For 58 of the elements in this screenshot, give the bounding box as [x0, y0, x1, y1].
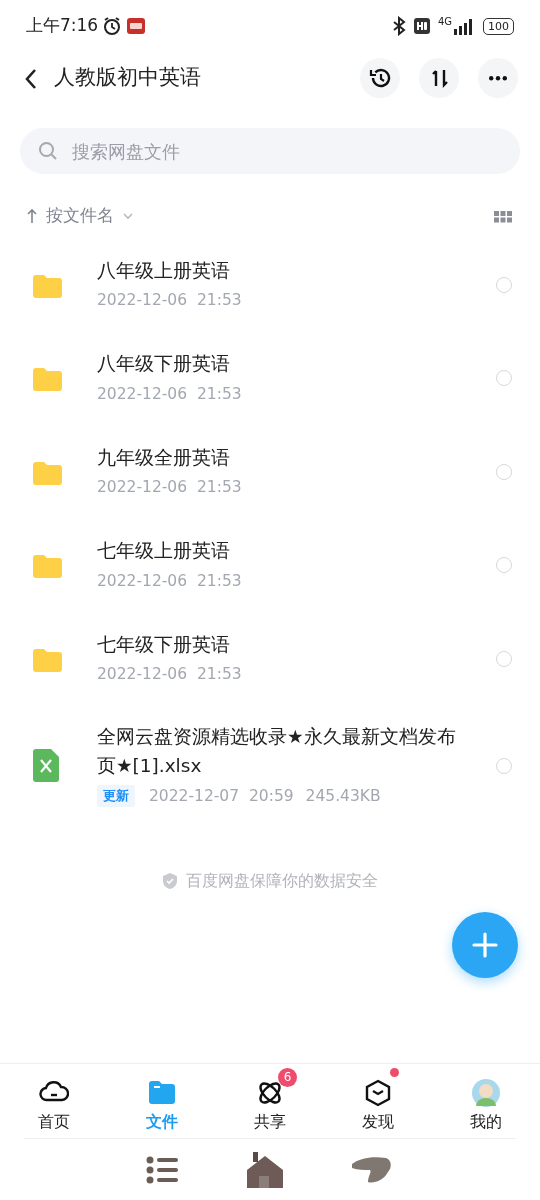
bluetooth-icon — [391, 16, 406, 36]
nav-tab[interactable]: 首页 — [0, 1066, 108, 1138]
file-size: 245.43KB — [305, 785, 381, 807]
search-input[interactable]: 搜索网盘文件 — [70, 136, 502, 166]
updated-tag: 更新 — [97, 785, 135, 807]
file-date: 2022-12-07 20:59 — [149, 785, 294, 807]
file-row[interactable]: 七年级下册英语 2022-12-06 21:53 — [0, 612, 540, 706]
more-icon — [489, 75, 507, 81]
file-row[interactable]: 全网云盘资源精选收录★永久最新文档发布页★[1].xlsx 更新 2022-12-07 20:59 245.43KB — [0, 705, 540, 826]
history-icon — [369, 67, 391, 89]
file-name: 九年级全册英语 — [97, 445, 231, 470]
file-name: 八年级上册英语 — [97, 258, 231, 283]
file-date: 2022-12-06 21:53 — [97, 290, 242, 312]
file-row[interactable]: 七年级上册英语 2022-12-06 21:53 — [0, 518, 540, 612]
spreadsheet-file-icon — [32, 749, 62, 782]
network-type: 4G — [437, 17, 452, 27]
hd-icon — [413, 18, 430, 34]
file-date: 2022-12-06 21:53 — [97, 383, 242, 405]
app-notification-icon — [126, 16, 147, 36]
add-button[interactable] — [452, 912, 518, 978]
sort-by-button[interactable]: 按文件名 — [26, 203, 134, 229]
search-bar[interactable]: 搜索网盘文件 — [20, 128, 520, 174]
sort-button[interactable] — [419, 58, 459, 98]
status-time: 上午7:16 — [26, 14, 99, 38]
alarm-icon — [102, 16, 123, 36]
page-title: 人教版初中英语 — [54, 64, 201, 92]
file-name: 七年级上册英语 — [97, 539, 231, 564]
back-icon — [24, 67, 38, 90]
arrow-up-icon — [26, 208, 38, 224]
file-name: 七年级下册英语 — [97, 632, 231, 657]
file-row[interactable]: 八年级下册英语 2022-12-06 21:53 — [0, 331, 540, 425]
shield-icon — [162, 872, 178, 891]
folder-icon — [32, 552, 62, 579]
count-badge: 6 — [278, 1068, 297, 1087]
menu-button[interactable] — [145, 1154, 180, 1185]
search-icon — [38, 141, 58, 161]
nav-tab[interactable]: 共享 6 — [216, 1066, 324, 1138]
signal-icon — [453, 17, 475, 35]
file-date: 2022-12-06 21:53 — [97, 477, 242, 499]
file-row[interactable]: 九年级全册英语 2022-12-06 21:53 — [0, 425, 540, 519]
file-date: 2022-12-06 21:53 — [97, 570, 242, 592]
plus-icon — [471, 931, 499, 959]
file-date: 2022-12-06 21:53 — [97, 664, 242, 686]
list-icon — [145, 1154, 180, 1185]
security-note: 百度网盘保障你的数据安全 — [186, 870, 378, 892]
history-button[interactable] — [360, 58, 400, 98]
more-button[interactable] — [478, 58, 518, 98]
nav-tab[interactable]: 我的 — [432, 1066, 540, 1138]
file-row[interactable]: 八年级上册英语 2022-12-06 21:53 — [0, 238, 540, 332]
battery-level: 100 — [483, 17, 514, 35]
file-name: 全网云盘资源精选收录★永久最新文档发布页★[1].xlsx — [97, 725, 457, 778]
folder-icon — [32, 365, 62, 392]
chevron-down-icon — [122, 211, 134, 221]
nav-tab[interactable]: 发现 — [324, 1066, 432, 1138]
avatar-icon — [471, 1078, 501, 1108]
box-icon — [363, 1078, 393, 1108]
grid-icon — [494, 210, 512, 223]
file-name: 八年级下册英语 — [97, 352, 231, 377]
